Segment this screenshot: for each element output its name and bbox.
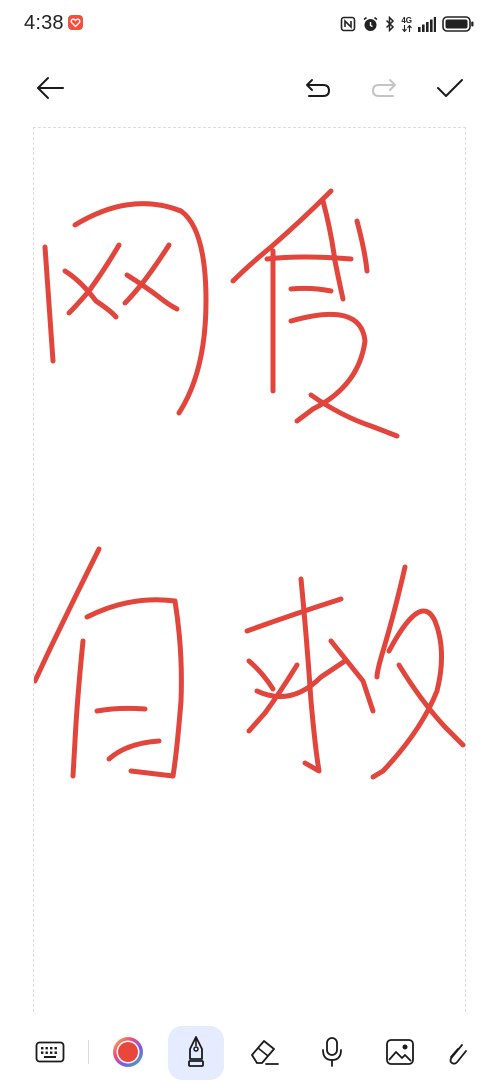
pen-tool-button[interactable] — [172, 1028, 220, 1076]
eraser-icon — [251, 1040, 279, 1065]
ink-stroke — [308, 392, 400, 439]
ink-stroke — [122, 242, 172, 306]
eraser-button[interactable] — [240, 1028, 288, 1076]
back-arrow-icon — [37, 77, 64, 99]
notification-app-icon — [68, 15, 83, 30]
editor-toolbar — [0, 60, 500, 116]
undo-icon — [306, 79, 330, 97]
ink-stroke — [374, 564, 408, 680]
signal-icon — [418, 16, 436, 32]
ink-stroke — [244, 596, 344, 634]
ink-stroke — [328, 638, 376, 714]
drawing-canvas[interactable] — [33, 127, 466, 1012]
insert-image-button[interactable] — [376, 1028, 424, 1076]
image-icon — [386, 1039, 414, 1065]
toolbar-divider — [88, 1040, 89, 1064]
ink-stroke — [370, 608, 445, 780]
ink-stroke — [264, 254, 354, 262]
status-time: 4:38 — [24, 12, 64, 34]
alarm-icon — [363, 16, 378, 31]
ink-stroke — [94, 705, 148, 714]
attach-button[interactable] — [444, 1028, 484, 1076]
handwriting-strokes — [34, 188, 466, 780]
voice-input-button[interactable] — [308, 1028, 356, 1076]
pen-tools-bar — [0, 1024, 500, 1087]
status-bar: 4:38 4G — [0, 0, 500, 48]
ink-stroke — [254, 658, 348, 700]
redo-button[interactable] — [364, 68, 404, 108]
ink-stroke — [230, 188, 334, 284]
link-icon — [449, 1044, 467, 1065]
microphone-icon — [322, 1037, 342, 1067]
ink-stroke — [42, 244, 56, 364]
done-button[interactable] — [430, 68, 470, 108]
ink-stroke — [288, 285, 334, 294]
ink-stroke — [84, 597, 184, 779]
status-icons: 4G — [340, 14, 474, 34]
note-editor-screen: 4:38 4G — [0, 0, 500, 1087]
redo-icon — [372, 79, 396, 97]
battery-icon — [442, 16, 474, 32]
nfc-icon — [341, 16, 356, 32]
ink-stroke — [72, 201, 209, 416]
bluetooth-icon — [386, 16, 395, 32]
back-button[interactable] — [30, 68, 70, 108]
keyboard-icon — [35, 1041, 65, 1063]
network-type: 4G — [401, 16, 412, 32]
ink-stroke — [246, 658, 276, 692]
check-icon — [437, 79, 463, 97]
keyboard-button[interactable] — [26, 1028, 74, 1076]
color-picker-icon — [113, 1037, 143, 1067]
ink-stroke — [106, 738, 162, 762]
pen-icon — [188, 1036, 204, 1067]
ink-stroke — [70, 638, 86, 779]
color-picker-button[interactable] — [104, 1028, 152, 1076]
ink-stroke — [354, 218, 370, 274]
undo-button[interactable] — [298, 68, 338, 108]
ink-stroke — [320, 198, 346, 302]
